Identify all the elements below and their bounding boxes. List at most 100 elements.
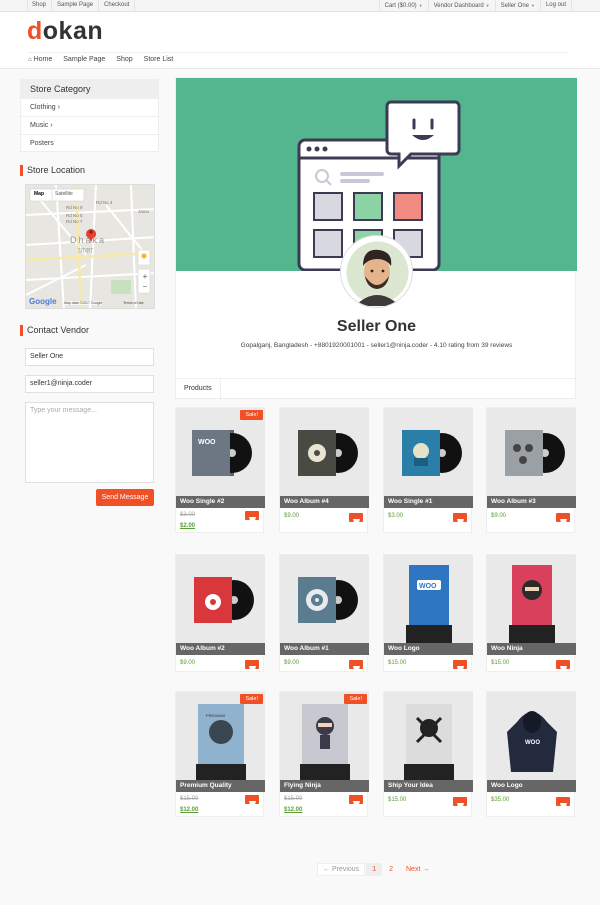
zoom-in-button[interactable]: + xyxy=(139,272,151,281)
product-image[interactable]: WOO xyxy=(176,408,265,496)
product-card[interactable]: WOO Sale! Woo Single #2 $3.00 $2.00 xyxy=(175,407,265,533)
zoom-out-button[interactable]: − xyxy=(139,282,151,291)
previous-page-button[interactable]: ← Previous xyxy=(317,863,366,876)
product-card[interactable]: Woo Album #3 $9.00 xyxy=(486,407,576,533)
category-item-clothing[interactable]: Clothing › xyxy=(21,98,158,116)
product-image[interactable] xyxy=(176,555,265,643)
product-price: $9.00 xyxy=(284,660,300,666)
category-item-music[interactable]: Music › xyxy=(21,116,158,134)
add-to-cart-button[interactable] xyxy=(453,797,467,809)
add-to-cart-button[interactable] xyxy=(556,660,570,672)
topbar-sample-page-link[interactable]: Sample Page xyxy=(52,0,100,12)
pagination: ← Previous 1 2 Next → xyxy=(317,863,436,876)
topbar-checkout-link[interactable]: Checkout xyxy=(99,0,136,12)
product-name[interactable]: Woo Single #2 xyxy=(176,496,265,508)
product-name[interactable]: Woo Logo xyxy=(487,780,576,792)
add-to-cart-button[interactable] xyxy=(245,660,259,672)
store-location-widget: Store Location Map Satellite Rd No 9 Rd … xyxy=(20,165,159,313)
product-name[interactable]: Woo Ninja xyxy=(487,643,576,655)
site-logo[interactable]: dokan xyxy=(27,17,103,46)
map-tab[interactable]: Map xyxy=(34,191,44,197)
add-to-cart-button[interactable] xyxy=(245,795,259,807)
add-to-cart-button[interactable] xyxy=(349,660,363,672)
name-field[interactable]: Seller One xyxy=(25,348,154,366)
add-to-cart-button[interactable] xyxy=(349,513,363,525)
topbar-shop-link[interactable]: Shop xyxy=(27,0,53,12)
send-message-button[interactable]: Send Message xyxy=(96,489,154,506)
add-to-cart-button[interactable] xyxy=(245,511,259,523)
add-to-cart-button[interactable] xyxy=(453,660,467,672)
message-textarea[interactable]: Type your message... xyxy=(25,402,154,483)
vendor-dashboard-menu[interactable]: Vendor Dashboard ▼ xyxy=(429,0,496,12)
email-field[interactable]: seller1@ninja.coder xyxy=(25,375,154,393)
nav-store-list[interactable]: Store List xyxy=(144,56,174,66)
product-card[interactable]: WOO Woo Logo $35.00 xyxy=(486,691,576,817)
cart-menu[interactable]: Cart ($0.00) ▼ xyxy=(378,0,429,12)
product-price: $9.00 xyxy=(491,513,507,519)
category-item-posters[interactable]: Posters xyxy=(21,134,158,152)
contact-vendor-widget: Contact Vendor Seller One seller1@ninja.… xyxy=(20,325,159,510)
product-name[interactable]: Woo Album #3 xyxy=(487,496,576,508)
product-card[interactable]: Woo Album #2 $9.00 xyxy=(175,554,265,672)
page-2-button[interactable]: 2 xyxy=(383,863,399,876)
product-image[interactable]: WOO xyxy=(384,555,473,643)
product-name[interactable]: Premium Quality xyxy=(176,780,265,792)
category-label: Clothing xyxy=(30,104,56,111)
product-card[interactable]: Woo Single #1 $3.00 xyxy=(383,407,473,533)
product-card[interactable]: WOO Woo Logo $15.00 xyxy=(383,554,473,672)
product-price: $12.00 xyxy=(180,807,199,813)
product-card[interactable]: Woo Ninja $15.00 xyxy=(486,554,576,672)
product-name[interactable]: Woo Album #4 xyxy=(280,496,369,508)
product-image[interactable] xyxy=(280,692,369,780)
logout-link[interactable]: Log out xyxy=(541,0,572,12)
nav-home[interactable]: ⌂ Home xyxy=(28,56,52,66)
product-name[interactable]: Ship Your Idea xyxy=(384,780,473,792)
add-to-cart-button[interactable] xyxy=(556,797,570,809)
chevron-right-icon: › xyxy=(57,104,60,111)
top-bar: Shop Sample Page Checkout Cart ($0.00) ▼ … xyxy=(0,0,600,12)
add-to-cart-button[interactable] xyxy=(556,513,570,525)
vendor-dashboard-label: Vendor Dashboard xyxy=(433,3,484,9)
product-card[interactable]: PREMIUM Sale! Premium Quality $15.00 $12.00 xyxy=(175,691,265,817)
product-card[interactable]: Sale! Flying Ninja $15.00 $12.00 xyxy=(279,691,369,817)
store-category-widget: Store Category Clothing › Music › Poster… xyxy=(20,79,159,152)
product-card[interactable]: Woo Album #1 $9.00 xyxy=(279,554,369,672)
cart-icon xyxy=(353,519,360,525)
store-category-title: Store Category xyxy=(21,80,158,98)
next-page-button[interactable]: Next → xyxy=(400,863,435,876)
product-image[interactable]: WOO xyxy=(487,692,576,780)
svg-text:PREMIUM: PREMIUM xyxy=(206,713,225,718)
store-map[interactable]: Map Satellite Rd No 9 Rd No 8 Rd No 7 Rd… xyxy=(25,184,155,309)
category-label: Posters xyxy=(30,140,54,147)
product-price: $35.00 xyxy=(491,797,510,803)
nav-shop[interactable]: Shop xyxy=(116,56,132,66)
map-terms-link[interactable]: Terms of Use xyxy=(123,301,144,305)
product-image[interactable] xyxy=(280,408,369,496)
user-menu[interactable]: Seller One ▼ xyxy=(496,0,541,12)
product-name[interactable]: Woo Album #2 xyxy=(176,643,265,655)
product-name[interactable]: Woo Logo xyxy=(384,643,473,655)
logo-letter: d xyxy=(27,17,43,45)
product-image[interactable]: PREMIUM xyxy=(176,692,265,780)
product-image[interactable] xyxy=(384,692,473,780)
satellite-tab[interactable]: Satellite xyxy=(55,191,73,197)
product-name[interactable]: Woo Album #1 xyxy=(280,643,369,655)
page-1-button[interactable]: 1 xyxy=(366,863,383,876)
product-image[interactable] xyxy=(384,408,473,496)
nav-sample-page[interactable]: Sample Page xyxy=(63,56,105,66)
add-to-cart-button[interactable] xyxy=(349,795,363,807)
map-street-label: Jamu xyxy=(138,209,150,214)
product-name[interactable]: Woo Single #1 xyxy=(384,496,473,508)
seller-avatar[interactable] xyxy=(340,235,413,308)
product-name[interactable]: Flying Ninja xyxy=(280,780,369,792)
product-image[interactable] xyxy=(487,555,576,643)
product-image[interactable] xyxy=(487,408,576,496)
cart-icon xyxy=(353,666,360,672)
product-card[interactable]: Woo Album #4 $9.00 xyxy=(279,407,369,533)
map-credit: Map data ©2017 Google xyxy=(64,301,103,305)
product-image[interactable] xyxy=(280,555,369,643)
product-card[interactable]: Ship Your Idea $15.00 xyxy=(383,691,473,817)
tab-products[interactable]: Products xyxy=(176,379,221,400)
map-street-label: Rd No 9 xyxy=(66,205,83,210)
add-to-cart-button[interactable] xyxy=(453,513,467,525)
